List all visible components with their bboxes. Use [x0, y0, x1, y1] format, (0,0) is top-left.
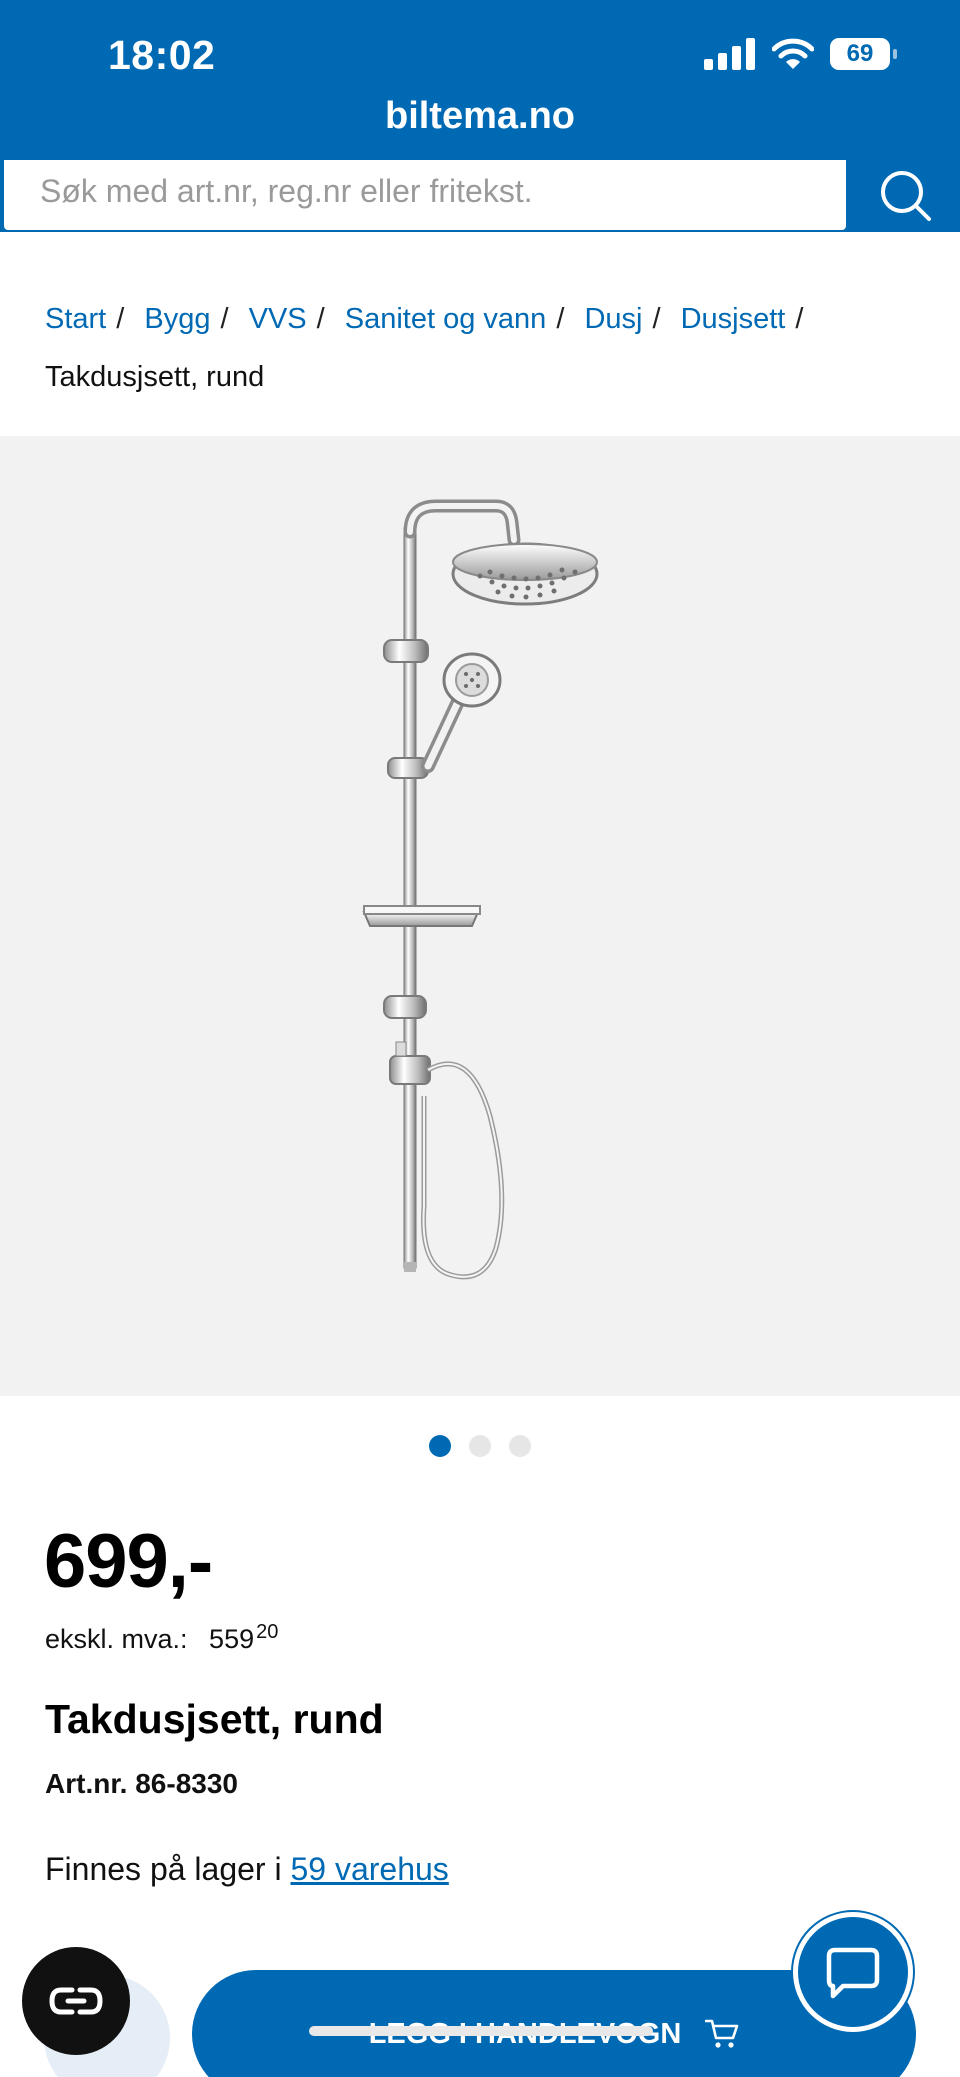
search-icon: [881, 171, 931, 221]
search-bar: [0, 160, 960, 232]
gallery-dot-2[interactable]: [469, 1435, 491, 1457]
product-price: 699,-: [44, 1519, 213, 1604]
breadcrumb-separator: /: [795, 303, 804, 335]
url-bar[interactable]: biltema.no: [0, 95, 960, 138]
gallery-dot-3[interactable]: [509, 1435, 531, 1457]
breadcrumb-link-vvs[interactable]: VVS: [249, 303, 307, 335]
product-image-gallery[interactable]: [0, 436, 960, 1396]
status-time: 18:02: [108, 32, 216, 78]
breadcrumb-separator: /: [652, 303, 661, 335]
status-icons: 69: [704, 38, 897, 70]
breadcrumb-current: Takdusjsett, rund: [45, 361, 265, 393]
breadcrumb: Start / Bygg / VVS / Sanitet og vann / Dusj /…: [45, 290, 925, 406]
scan-icon: [49, 1987, 103, 2015]
breadcrumb-separator: /: [316, 303, 325, 335]
breadcrumb-separator: /: [220, 303, 229, 335]
wifi-icon: [772, 38, 814, 69]
ex-vat-label: ekskl. mva.:: [45, 1624, 188, 1654]
chat-icon: [826, 1947, 880, 1999]
product-image: [362, 499, 599, 1280]
battery-icon: 69: [830, 38, 897, 70]
search-button[interactable]: [848, 160, 960, 232]
article-number: Art.nr. 86-8330: [45, 1768, 238, 1799]
chat-button[interactable]: [793, 1912, 913, 2032]
price-ex-vat: ekskl. mva.: 559 20: [45, 1621, 278, 1655]
product-title: Takdusjsett, rund: [45, 1696, 384, 1742]
breadcrumb-separator: /: [116, 303, 125, 335]
gallery-pagination: [0, 1435, 960, 1457]
breadcrumb-link-bygg[interactable]: Bygg: [144, 303, 210, 335]
stock-prefix: Finnes på lager i: [45, 1851, 282, 1887]
breadcrumb-link-dusjsett[interactable]: Dusjsett: [681, 303, 786, 335]
signal-icon: [704, 38, 755, 70]
search-input[interactable]: [2, 160, 848, 232]
cart-icon: [705, 2019, 739, 2048]
ex-vat-amount: 559: [209, 1624, 255, 1654]
home-indicator: [309, 2026, 653, 2036]
ex-vat-decimals: 20: [256, 1621, 279, 1643]
gallery-dot-1[interactable]: [429, 1435, 451, 1457]
breadcrumb-separator: /: [556, 303, 565, 335]
stock-info: Finnes på lager i 59 varehus: [45, 1851, 449, 1888]
breadcrumb-link-dusj[interactable]: Dusj: [584, 303, 642, 335]
stock-stores-link[interactable]: 59 varehus: [290, 1851, 448, 1887]
breadcrumb-link-start[interactable]: Start: [45, 303, 106, 335]
breadcrumb-link-sanitet-og-vann[interactable]: Sanitet og vann: [345, 303, 547, 335]
scan-button[interactable]: [22, 1947, 130, 2055]
